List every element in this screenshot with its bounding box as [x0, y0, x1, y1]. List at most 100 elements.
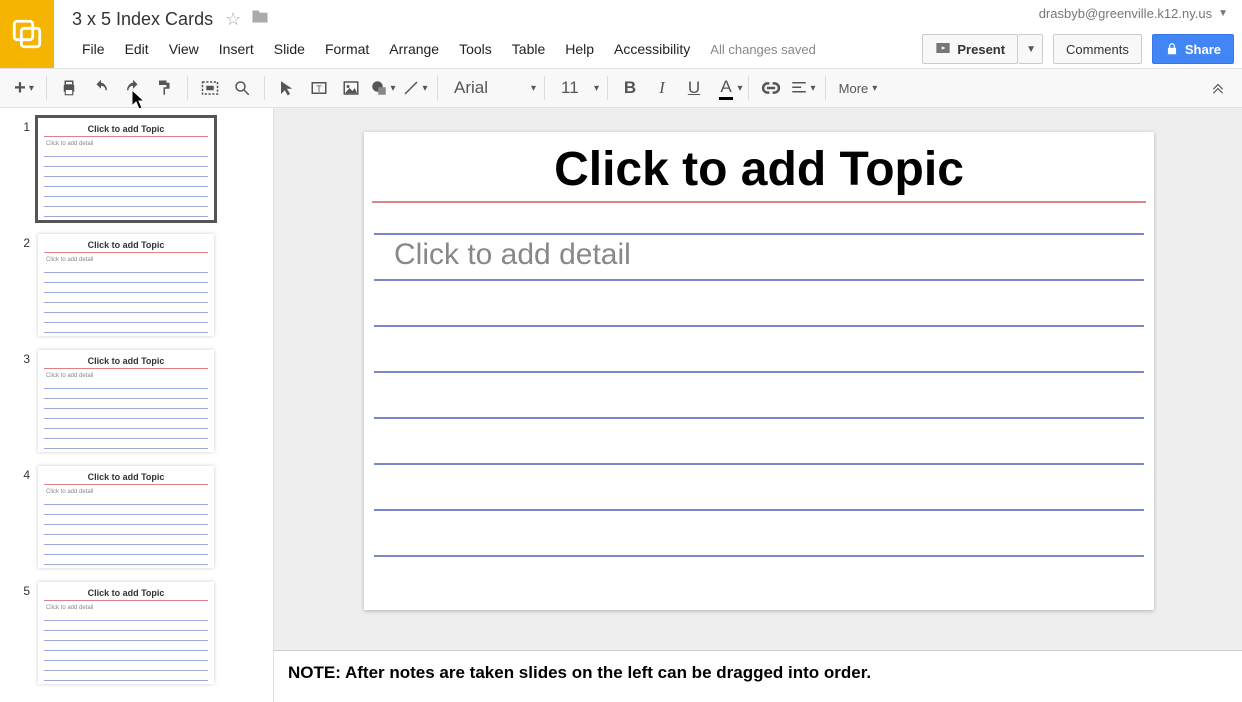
- present-button[interactable]: Present: [922, 34, 1018, 64]
- select-tool[interactable]: [273, 74, 301, 102]
- thumb-red-rule: [44, 252, 208, 253]
- collapse-toolbar-button[interactable]: [1204, 74, 1232, 102]
- separator: [46, 76, 47, 100]
- thumb-number: 5: [14, 582, 38, 684]
- more-label: More: [839, 81, 869, 96]
- thumb-rules: [44, 388, 208, 449]
- separator: [607, 76, 608, 100]
- menu-accessibility[interactable]: Accessibility: [604, 37, 700, 61]
- speaker-notes[interactable]: NOTE: After notes are taken slides on th…: [274, 650, 1242, 702]
- slide-title-placeholder[interactable]: Click to add Topic: [364, 142, 1154, 197]
- canvas-area[interactable]: Click to add Topic Click to add detail N…: [274, 108, 1242, 702]
- present-dropdown[interactable]: ▼: [1018, 34, 1043, 64]
- thumb-topic: Click to add Topic: [44, 588, 208, 598]
- blue-rule: [374, 417, 1144, 419]
- menu-tools[interactable]: Tools: [449, 37, 502, 61]
- svg-text:T: T: [316, 84, 322, 94]
- share-button[interactable]: Share: [1152, 34, 1234, 64]
- thumb-topic: Click to add Topic: [44, 356, 208, 366]
- slide[interactable]: Click to add Topic Click to add detail: [364, 132, 1154, 610]
- slide-thumbnail[interactable]: Click to add Topic Click to add detail: [38, 350, 214, 452]
- line-tool[interactable]: ▾: [401, 74, 429, 102]
- chevron-down-icon: ▼: [1218, 8, 1228, 19]
- menu-help[interactable]: Help: [555, 37, 604, 61]
- thumb-row: 4Click to add TopicClick to add detail: [14, 466, 259, 568]
- thumb-number: 3: [14, 350, 38, 452]
- separator: [748, 76, 749, 100]
- share-label: Share: [1185, 42, 1221, 57]
- header: 3 x 5 Index Cards ☆ File Edit View Inser…: [0, 0, 1242, 68]
- bold-button[interactable]: B: [616, 74, 644, 102]
- zoom-button[interactable]: [228, 74, 256, 102]
- red-rule: [372, 201, 1146, 203]
- thumb-rules: [44, 156, 208, 217]
- blue-rule: [374, 325, 1144, 327]
- redo-button[interactable]: [119, 74, 147, 102]
- app-logo[interactable]: [0, 0, 54, 68]
- menu-arrange[interactable]: Arrange: [379, 37, 449, 61]
- separator: [825, 76, 826, 100]
- thumb-red-rule: [44, 484, 208, 485]
- thumb-detail: Click to add detail: [44, 373, 208, 379]
- link-button[interactable]: [757, 74, 785, 102]
- menu-edit[interactable]: Edit: [115, 37, 159, 61]
- menubar: File Edit View Insert Slide Format Arran…: [72, 34, 1242, 64]
- align-button[interactable]: ▾: [789, 74, 817, 102]
- thumb-number: 4: [14, 466, 38, 568]
- undo-button[interactable]: [87, 74, 115, 102]
- slide-thumbnail[interactable]: Click to add TopicClick to add detail: [38, 466, 214, 568]
- slide-detail-placeholder[interactable]: Click to add detail: [394, 238, 631, 272]
- star-icon[interactable]: ☆: [225, 9, 241, 30]
- thumb-red-rule: [44, 136, 208, 137]
- filmstrip[interactable]: 1Click to add TopicClick to add detail2C…: [0, 108, 274, 702]
- blue-rule: [374, 555, 1144, 557]
- thumb-row: 3 Click to add Topic Click to add detail: [14, 350, 259, 452]
- slide-thumbnail[interactable]: Click to add Topic Click to add detail: [38, 234, 214, 336]
- account-menu[interactable]: drasbyb@greenville.k12.ny.us ▼: [1039, 6, 1228, 21]
- menu-table[interactable]: Table: [502, 37, 555, 61]
- thumb-detail: Click to add detail: [44, 257, 208, 263]
- font-size-select[interactable]: 11▾: [553, 74, 599, 102]
- workspace: 1Click to add TopicClick to add detail2C…: [0, 108, 1242, 702]
- font-select[interactable]: Arial▾: [446, 74, 536, 102]
- paint-format-button[interactable]: [151, 74, 179, 102]
- thumb-row: 5Click to add TopicClick to add detail: [14, 582, 259, 684]
- text-color-button[interactable]: A▾: [712, 74, 740, 102]
- thumb-rules: [44, 504, 208, 565]
- shape-tool[interactable]: ▾: [369, 74, 397, 102]
- new-slide-button[interactable]: +▾: [10, 74, 38, 102]
- thumb-rules: [44, 620, 208, 681]
- italic-button[interactable]: I: [648, 74, 676, 102]
- menu-slide[interactable]: Slide: [264, 37, 315, 61]
- image-tool[interactable]: [337, 74, 365, 102]
- more-button[interactable]: More▾: [834, 74, 882, 102]
- menu-view[interactable]: View: [159, 37, 209, 61]
- slide-thumbnail[interactable]: Click to add TopicClick to add detail: [38, 118, 214, 220]
- comments-button[interactable]: Comments: [1053, 34, 1142, 64]
- slide-thumbnail[interactable]: Click to add TopicClick to add detail: [38, 582, 214, 684]
- toolbar: +▾ T ▾ ▾ Arial▾ 11▾ B I U A▾ ▾ More▾: [0, 68, 1242, 108]
- account-email: drasbyb@greenville.k12.ny.us: [1039, 6, 1212, 21]
- font-label: Arial: [454, 78, 488, 98]
- thumb-number: 1: [14, 118, 38, 220]
- thumb-number: 2: [14, 234, 38, 336]
- thumb-detail: Click to add detail: [44, 489, 208, 495]
- menu-file[interactable]: File: [72, 37, 115, 61]
- text-box-tool[interactable]: T: [305, 74, 333, 102]
- separator: [187, 76, 188, 100]
- save-status: All changes saved: [710, 42, 816, 57]
- folder-icon[interactable]: [251, 9, 269, 29]
- print-button[interactable]: [55, 74, 83, 102]
- underline-button[interactable]: U: [680, 74, 708, 102]
- menu-insert[interactable]: Insert: [209, 37, 264, 61]
- comments-label: Comments: [1066, 42, 1129, 57]
- blue-rule: [374, 279, 1144, 281]
- thumb-topic: Click to add Topic: [44, 240, 208, 250]
- separator: [437, 76, 438, 100]
- separator: [544, 76, 545, 100]
- menu-format[interactable]: Format: [315, 37, 379, 61]
- lock-icon: [1165, 42, 1179, 56]
- blue-rule: [374, 463, 1144, 465]
- zoom-fit-button[interactable]: [196, 74, 224, 102]
- document-title[interactable]: 3 x 5 Index Cards: [72, 9, 213, 30]
